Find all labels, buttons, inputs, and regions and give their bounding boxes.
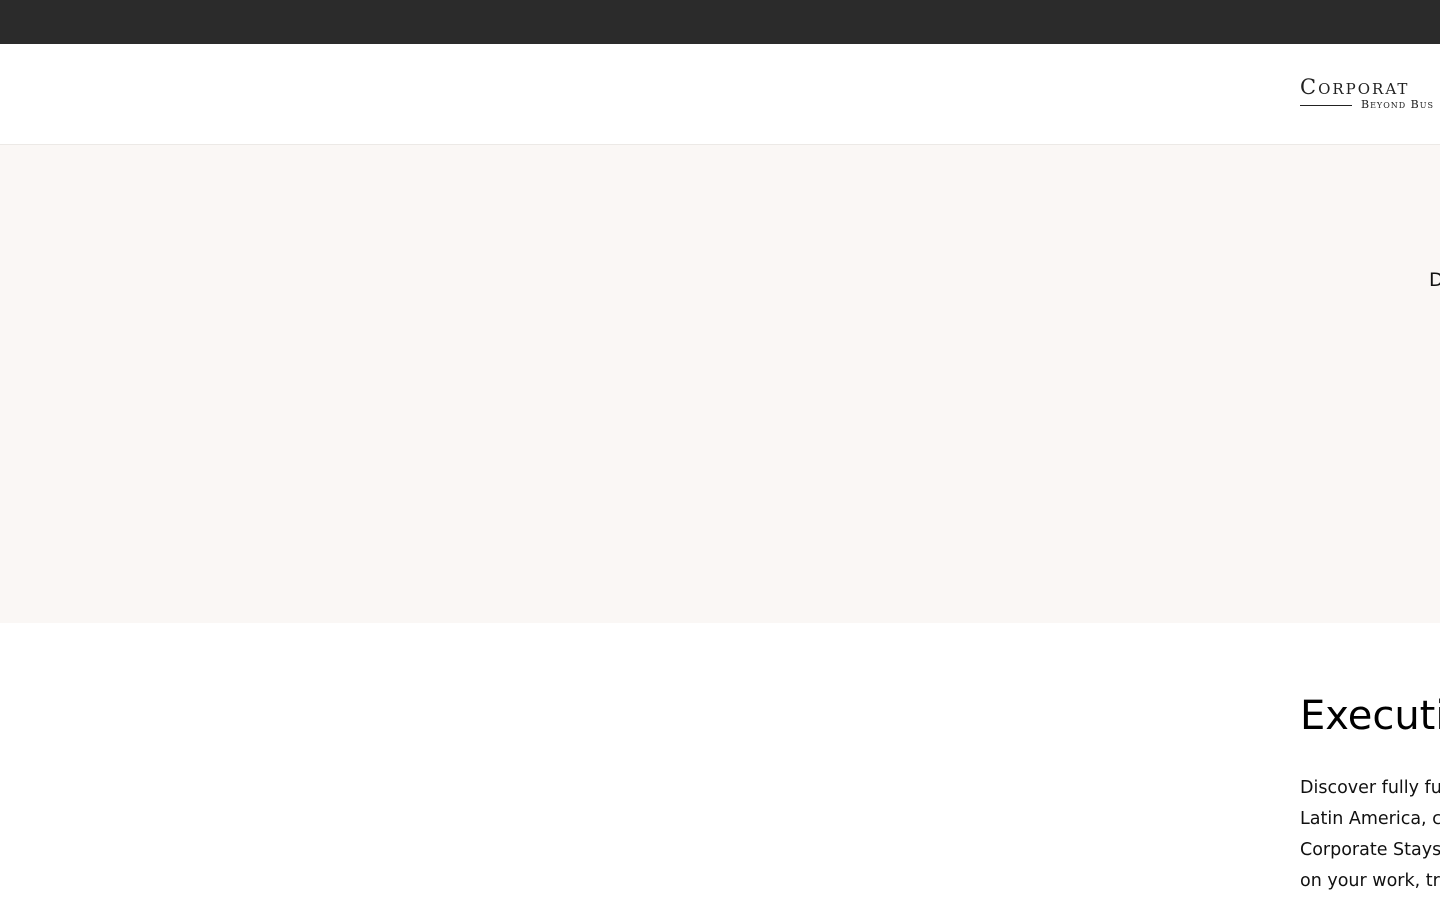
main-section: Executi Discover fully fu Latin America,… xyxy=(0,623,1440,900)
section-title: Executi xyxy=(1300,693,1440,739)
hero-text: D xyxy=(1429,269,1440,291)
hero-section: D xyxy=(0,145,1440,623)
description-line: on your work, tr xyxy=(1300,871,1440,891)
description-line: Corporate Stays xyxy=(1300,840,1440,860)
site-logo[interactable]: Corporat Beyond Bus xyxy=(1300,76,1434,111)
logo-rule xyxy=(1300,104,1352,106)
site-header: Corporat Beyond Bus xyxy=(0,44,1440,145)
top-bar xyxy=(0,0,1440,44)
section-description: Discover fully fu Latin America, c Corpo… xyxy=(1300,773,1440,897)
description-line: Latin America, c xyxy=(1300,809,1440,829)
logo-tagline: Beyond Bus xyxy=(1361,98,1434,111)
logo-wordmark: Corporat xyxy=(1300,75,1410,99)
logo-tagline-row: Beyond Bus xyxy=(1300,99,1434,111)
description-line: Discover fully fu xyxy=(1300,778,1440,798)
